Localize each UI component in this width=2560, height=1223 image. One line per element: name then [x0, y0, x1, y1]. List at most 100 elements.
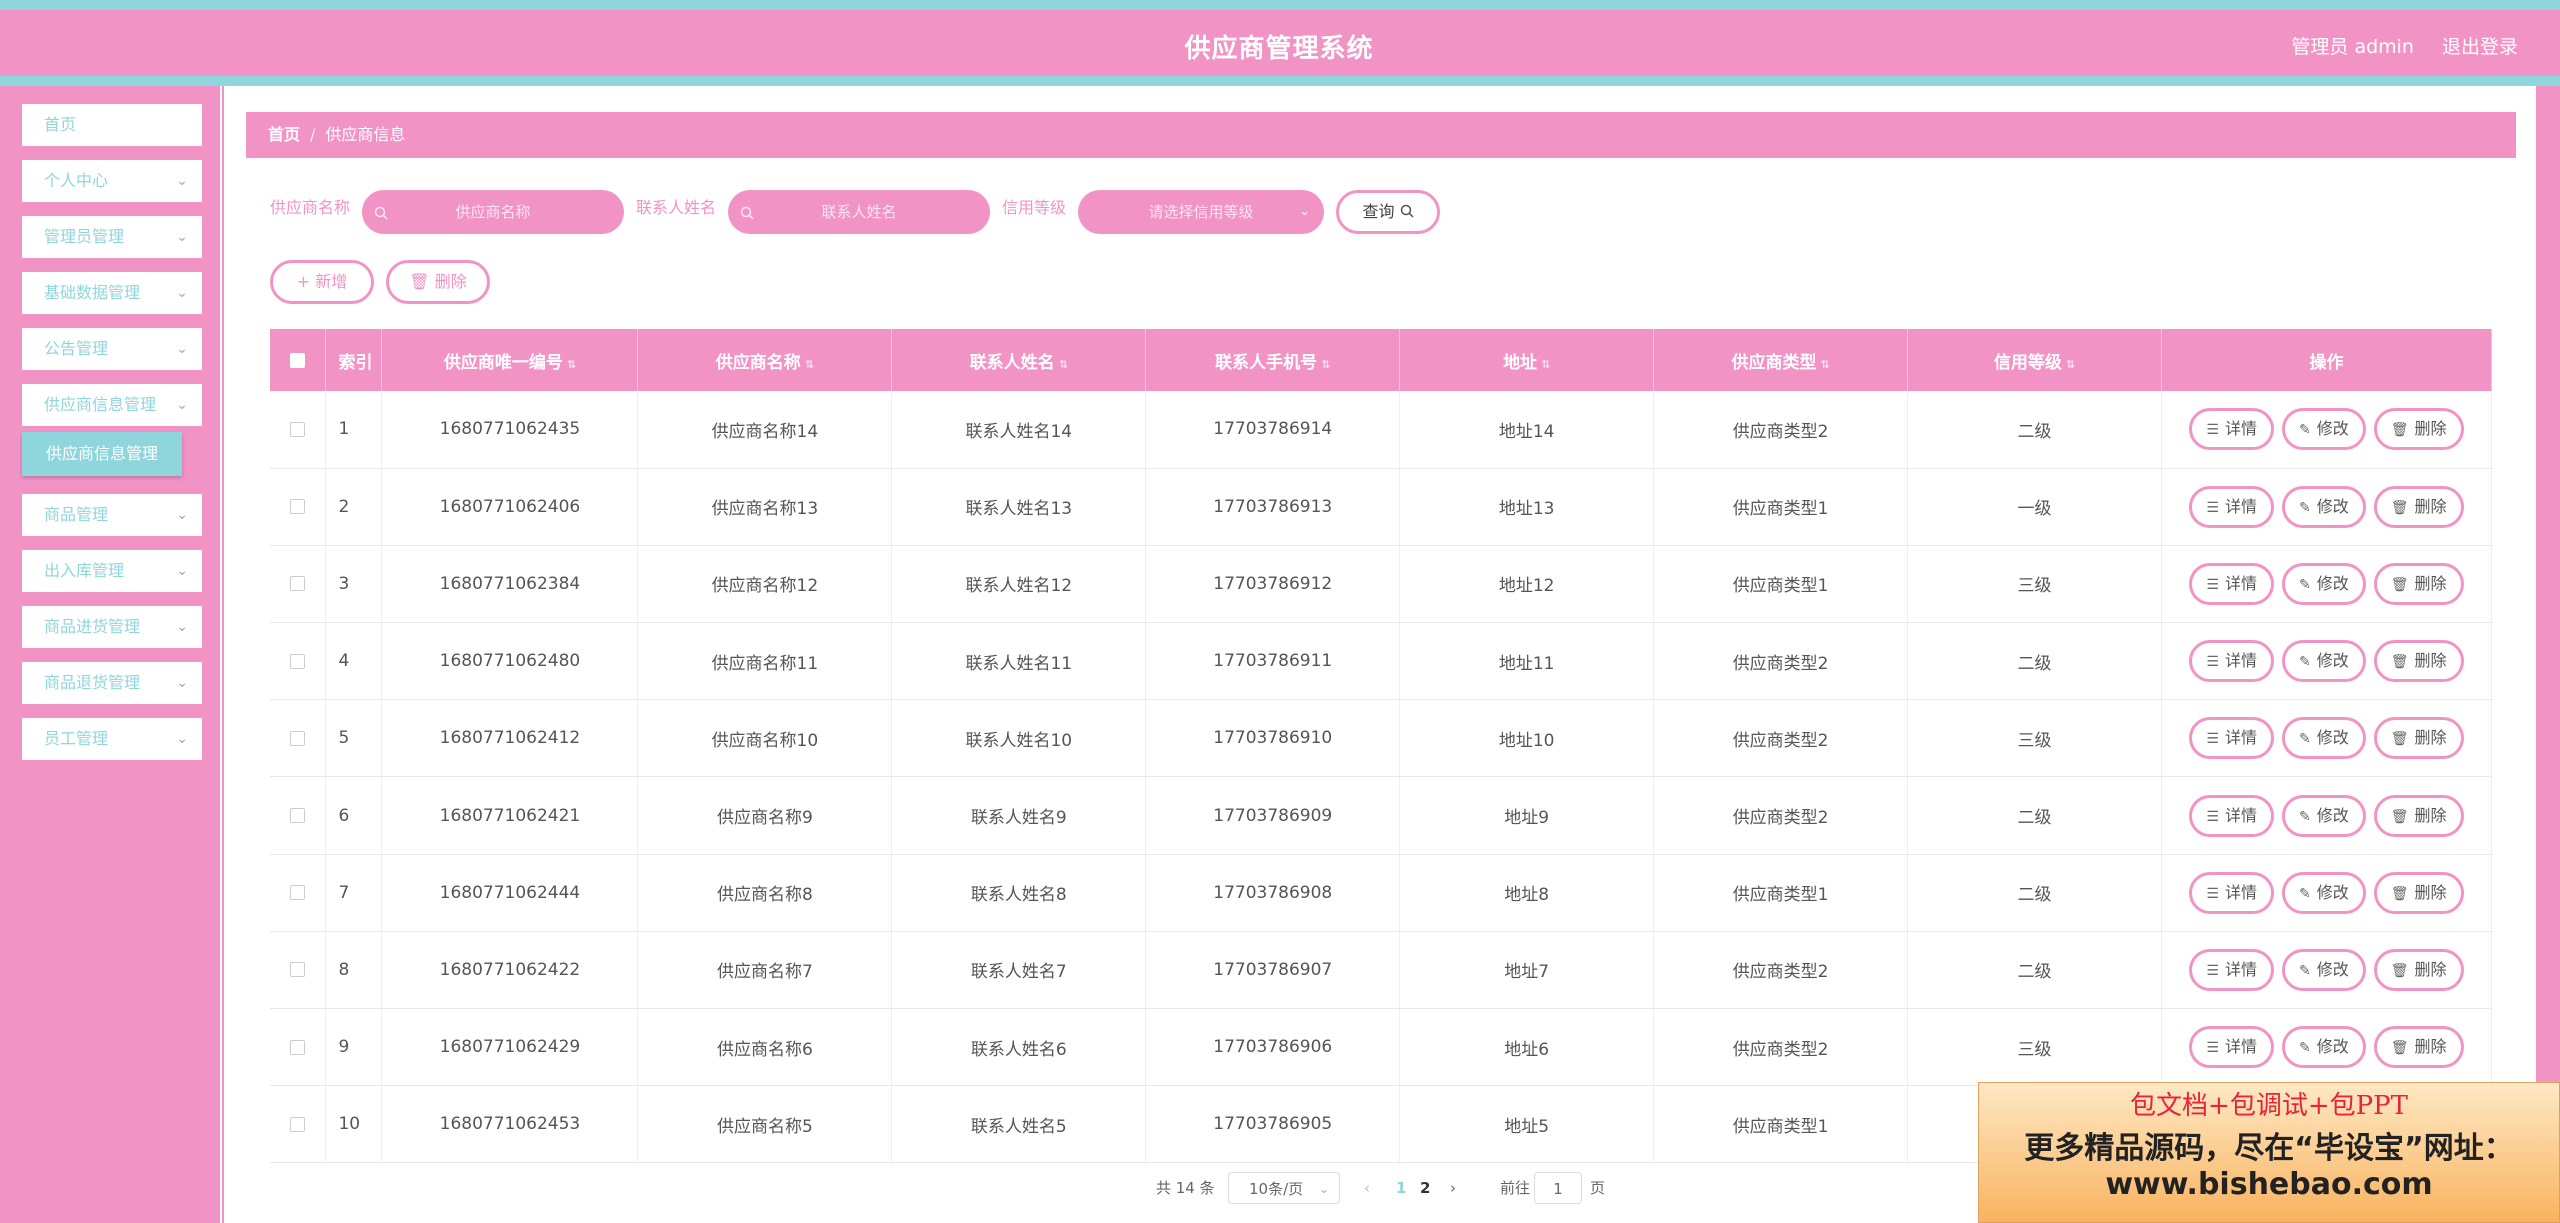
supplier-name-input[interactable]: 供应商名称 — [362, 190, 624, 234]
row-delete-button[interactable]: 🗑 删除 — [2373, 562, 2464, 605]
row-edit-button[interactable]: ✎ 修改 — [2282, 485, 2366, 528]
column-header[interactable]: 联系人手机号 ⇅ — [1145, 329, 1401, 391]
row-detail-button[interactable]: ☰ 详情 — [2189, 485, 2274, 528]
sidebar-item[interactable]: 出入库管理 ⌄ — [22, 550, 202, 592]
breadcrumb-home[interactable]: 首页 — [268, 125, 300, 144]
sidebar-item[interactable]: 商品退货管理 ⌄ — [22, 662, 202, 704]
sort-icon[interactable]: ⇅ — [1059, 358, 1068, 371]
cell-phone: 17703786908 — [1145, 854, 1401, 932]
sort-icon[interactable]: ⇅ — [567, 358, 576, 371]
current-user-label[interactable]: 管理员 admin — [2291, 32, 2414, 59]
row-edit-button[interactable]: ✎ 修改 — [2282, 1026, 2366, 1069]
row-checkbox[interactable] — [290, 962, 306, 978]
row-delete-label: 删除 — [2414, 419, 2447, 439]
sort-icon[interactable]: ⇅ — [805, 358, 814, 371]
row-detail-button[interactable]: ☰ 详情 — [2189, 794, 2274, 837]
sidebar-item[interactable]: 公告管理 ⌄ — [22, 328, 202, 370]
column-header[interactable]: 供应商类型 ⇅ — [1653, 329, 1909, 391]
row-edit-label: 修改 — [2316, 728, 2349, 748]
row-delete-button[interactable]: 🗑 删除 — [2373, 871, 2464, 914]
column-header[interactable]: 联系人姓名 ⇅ — [891, 329, 1147, 391]
row-detail-button[interactable]: ☰ 详情 — [2189, 1026, 2274, 1069]
trash-icon: 🗑 — [409, 272, 430, 291]
row-delete-button[interactable]: 🗑 删除 — [2373, 640, 2464, 683]
row-select-cell — [270, 622, 327, 701]
row-delete-button[interactable]: 🗑 删除 — [2373, 717, 2464, 760]
search-icon — [740, 190, 754, 234]
column-header[interactable]: 信用等级 ⇅ — [1907, 329, 2162, 391]
row-checkbox[interactable] — [290, 885, 306, 901]
cell-address: 地址10 — [1399, 699, 1655, 778]
sidebar-item[interactable]: 供应商信息管理 ⌄ — [22, 384, 202, 426]
cell-code: 1680771062480 — [381, 622, 639, 701]
column-header[interactable]: 供应商名称 ⇅ — [637, 329, 893, 391]
row-edit-button[interactable]: ✎ 修改 — [2282, 640, 2366, 683]
credit-level-select[interactable]: 请选择信用等级 ⌄ — [1078, 190, 1324, 234]
row-delete-button[interactable]: 🗑 删除 — [2373, 794, 2464, 837]
row-detail-button[interactable]: ☰ 详情 — [2189, 562, 2274, 605]
row-actions: ☰ 详情 ✎ 修改 🗑 删除 — [2161, 622, 2493, 701]
row-checkbox[interactable] — [290, 576, 306, 592]
row-select-cell — [270, 699, 327, 778]
document-icon: ☰ — [2206, 1040, 2219, 1057]
row-delete-button[interactable]: 🗑 删除 — [2373, 948, 2464, 991]
add-button[interactable]: + 新增 — [270, 260, 374, 304]
row-checkbox[interactable] — [290, 808, 306, 824]
row-detail-button[interactable]: ☰ 详情 — [2189, 948, 2274, 991]
plus-icon: + — [296, 272, 311, 291]
row-delete-button[interactable]: 🗑 删除 — [2373, 1026, 2464, 1069]
row-checkbox[interactable] — [290, 653, 306, 669]
column-header[interactable]: 地址 ⇅ — [1399, 329, 1655, 391]
row-select-cell — [270, 545, 327, 624]
cell-code: 1680771062435 — [381, 391, 639, 469]
contact-name-input[interactable]: 联系人姓名 — [728, 190, 990, 234]
query-button[interactable]: 查询 — [1336, 190, 1440, 234]
goto-page-input[interactable]: 1 — [1534, 1172, 1582, 1204]
row-detail-button[interactable]: ☰ 详情 — [2189, 640, 2274, 683]
logout-link[interactable]: 退出登录 — [2442, 32, 2518, 59]
page-2[interactable]: 2 — [1420, 1172, 1430, 1204]
sidebar-item[interactable]: 个人中心 ⌄ — [22, 160, 202, 202]
sort-icon[interactable]: ⇅ — [1541, 358, 1550, 371]
row-detail-button[interactable]: ☰ 详情 — [2189, 717, 2274, 760]
row-edit-button[interactable]: ✎ 修改 — [2282, 794, 2366, 837]
row-edit-button[interactable]: ✎ 修改 — [2282, 408, 2366, 451]
batch-delete-button[interactable]: 🗑 删除 — [386, 260, 490, 304]
sidebar-item[interactable]: 基础数据管理 ⌄ — [22, 272, 202, 314]
column-header[interactable]: 供应商唯一编号 ⇅ — [381, 329, 639, 391]
sort-icon[interactable]: ⇅ — [2066, 358, 2075, 371]
row-checkbox[interactable] — [290, 1039, 306, 1055]
cell-type: 供应商类型2 — [1653, 622, 1909, 701]
promo-banner[interactable]: 包文档+包调试+包PPT 更多精品源码，尽在“毕设宝”网址： www.bishe… — [1978, 1082, 2560, 1223]
sidebar-item[interactable]: 管理员管理 ⌄ — [22, 216, 202, 258]
sidebar-item[interactable]: 商品管理 ⌄ — [22, 494, 202, 536]
contact-name-label: 联系人姓名 — [636, 198, 717, 217]
sidebar-item[interactable]: 首页 — [22, 104, 202, 146]
sidebar-item[interactable]: 员工管理 ⌄ — [22, 718, 202, 760]
row-delete-button[interactable]: 🗑 删除 — [2373, 408, 2464, 451]
row-checkbox[interactable] — [290, 499, 306, 515]
sort-icon[interactable]: ⇅ — [1820, 358, 1829, 371]
page-size-select[interactable]: 10条/页 ⌄ — [1228, 1172, 1340, 1204]
row-checkbox[interactable] — [290, 730, 306, 746]
row-detail-button[interactable]: ☰ 详情 — [2189, 871, 2274, 914]
sort-icon[interactable]: ⇅ — [1321, 358, 1330, 371]
sidebar-subitem-active[interactable]: 供应商信息管理 — [22, 432, 182, 476]
prev-page-icon[interactable]: ‹ — [1364, 1172, 1370, 1204]
row-detail-label: 详情 — [2224, 882, 2257, 902]
select-all-checkbox[interactable] — [290, 352, 306, 368]
row-edit-button[interactable]: ✎ 修改 — [2282, 562, 2366, 605]
row-delete-button[interactable]: 🗑 删除 — [2373, 485, 2464, 528]
next-page-icon[interactable]: › — [1450, 1172, 1456, 1204]
supplier-table: 索引 供应商唯一编号 ⇅ 供应商名称 ⇅ 联系人姓名 ⇅ 联系人手机号 ⇅ 地址 ⇅ 供应商类型 ⇅ 信用… — [270, 329, 2493, 1164]
row-edit-button[interactable]: ✎ 修改 — [2282, 948, 2366, 991]
row-checkbox[interactable] — [290, 421, 306, 437]
row-detail-button[interactable]: ☰ 详情 — [2189, 408, 2274, 451]
row-edit-button[interactable]: ✎ 修改 — [2282, 871, 2366, 914]
row-edit-button[interactable]: ✎ 修改 — [2282, 717, 2366, 760]
page-1[interactable]: 1 — [1396, 1172, 1406, 1204]
sidebar-item[interactable]: 商品进货管理 ⌄ — [22, 606, 202, 648]
cell-code: 1680771062421 — [381, 776, 639, 855]
row-checkbox[interactable] — [290, 1116, 306, 1132]
trash-icon: 🗑 — [2390, 808, 2409, 825]
